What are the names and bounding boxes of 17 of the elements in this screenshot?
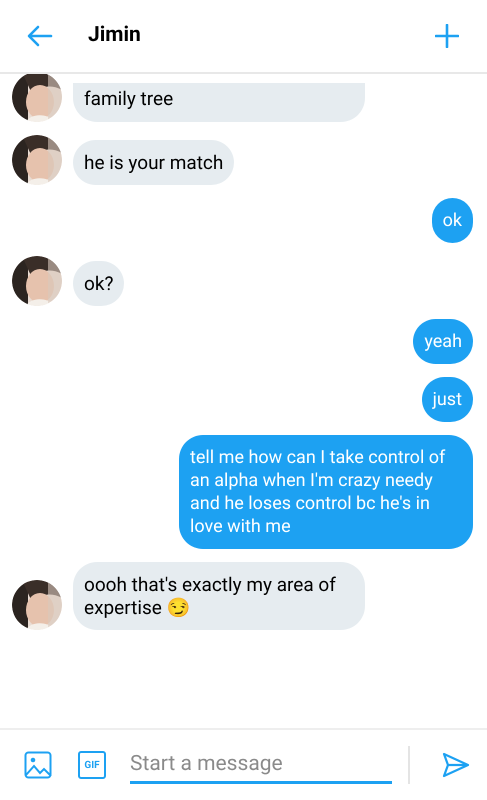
sent-message-bubble: yeah [413,319,473,364]
send-icon [442,752,470,778]
back-icon [27,25,53,47]
received-message-bubble: family tree [73,83,365,122]
sent-message-bubble: tell me how can I take control of an alpha when I'm crazy needy and he loses control bc he's in love with me [179,435,473,549]
received-message-bubble: he is your match [73,140,234,185]
conversation-title: Jimin [88,22,141,50]
plus-icon [435,24,459,48]
gif-button[interactable]: GIF [78,751,106,779]
received-message-bubble: ok? [73,261,124,306]
sent-message-bubble: just [422,377,473,422]
image-icon [24,751,52,779]
send-button[interactable] [441,750,471,780]
message-field[interactable]: Start a message [130,746,392,784]
received-message-bubble: oooh that's exactly my area of expertise 😏 [73,562,365,630]
image-button[interactable] [24,751,52,779]
sent-message-bubble: ok [432,198,473,243]
